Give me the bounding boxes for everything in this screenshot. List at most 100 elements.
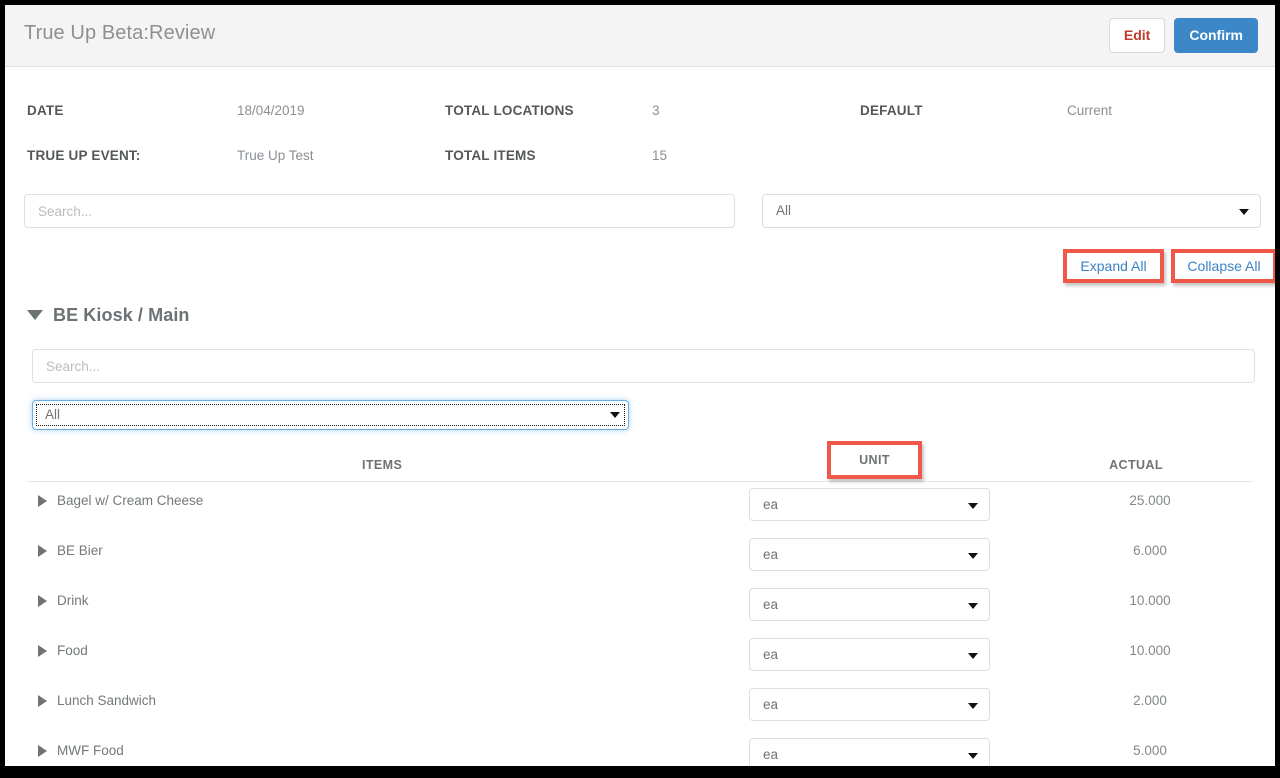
items-table: ITEMS UNIT ACTUAL Bagel w/ Cream Cheese e… — [5, 449, 1275, 766]
expand-all-highlight: Expand All — [1063, 249, 1164, 283]
row-item-cell: Drink — [38, 593, 89, 608]
unit-select-value: ea — [763, 639, 778, 670]
default-label: DEFAULT — [860, 103, 923, 118]
table-row: MWF Food ea 5.000 — [27, 732, 1253, 766]
collapse-all-highlight: Collapse All — [1171, 249, 1275, 283]
true-up-event-label: TRUE UP EVENT: — [27, 148, 141, 163]
row-item-cell: Bagel w/ Cream Cheese — [38, 493, 203, 508]
table-row: Lunch Sandwich ea 2.000 — [27, 682, 1253, 732]
default-value: Current — [1067, 103, 1112, 118]
location-name: BE Kiosk / Main — [53, 305, 190, 326]
row-item-cell: Lunch Sandwich — [38, 693, 156, 708]
page-root: True Up Beta:Review Edit Confirm DATE 18… — [5, 5, 1275, 766]
location-filter-select[interactable]: All — [32, 400, 629, 430]
page-header: True Up Beta:Review Edit Confirm — [5, 5, 1275, 67]
unit-select-value: ea — [763, 739, 778, 766]
unit-select-value: ea — [763, 489, 778, 520]
unit-select[interactable]: ea — [749, 638, 990, 671]
header-actions: Edit Confirm — [1109, 18, 1258, 53]
chevron-down-icon — [968, 753, 978, 759]
caret-right-icon[interactable] — [38, 695, 47, 707]
row-actual-value: 10.000 — [1065, 593, 1235, 608]
global-search-wrapper — [24, 194, 735, 228]
meta-row-2: TRUE UP EVENT: True Up Test TOTAL ITEMS … — [5, 148, 1275, 193]
table-row: Drink ea 10.000 — [27, 582, 1253, 632]
location-search-input[interactable] — [32, 349, 1255, 383]
row-actual-value: 25.000 — [1065, 493, 1235, 508]
screen-frame: True Up Beta:Review Edit Confirm DATE 18… — [0, 0, 1280, 778]
unit-select[interactable]: ea — [749, 538, 990, 571]
chevron-down-icon — [968, 503, 978, 509]
location-section-header[interactable]: BE Kiosk / Main — [5, 297, 1275, 333]
row-item-name: Food — [57, 643, 88, 658]
caret-right-icon[interactable] — [38, 495, 47, 507]
row-item-name: MWF Food — [57, 743, 124, 758]
global-filter-select[interactable]: All — [762, 194, 1261, 228]
confirm-button[interactable]: Confirm — [1174, 18, 1258, 53]
row-item-name: BE Bier — [57, 543, 103, 558]
edit-button[interactable]: Edit — [1109, 18, 1165, 53]
unit-select-value: ea — [763, 689, 778, 720]
unit-select[interactable]: ea — [749, 588, 990, 621]
unit-select[interactable]: ea — [749, 488, 990, 521]
row-unit-cell: ea — [749, 738, 990, 766]
chevron-down-icon — [968, 653, 978, 659]
column-header-unit: UNIT — [831, 445, 918, 475]
unit-column-highlight: UNIT — [827, 441, 922, 479]
caret-down-icon[interactable] — [27, 310, 43, 320]
row-actual-value: 5.000 — [1065, 743, 1235, 758]
row-unit-cell: ea — [749, 688, 990, 721]
global-filter-select-wrapper: All — [762, 194, 1261, 228]
expand-all-button[interactable]: Expand All — [1067, 253, 1160, 279]
location-filter-select-focus-ring — [36, 404, 625, 426]
caret-right-icon[interactable] — [38, 645, 47, 657]
row-unit-cell: ea — [749, 488, 990, 521]
row-unit-cell: ea — [749, 538, 990, 571]
row-item-name: Lunch Sandwich — [57, 693, 156, 708]
unit-select-value: ea — [763, 589, 778, 620]
meta-row-1: DATE 18/04/2019 TOTAL LOCATIONS 3 DEFAUL… — [5, 103, 1275, 148]
expand-collapse-bar: Expand All Collapse All — [5, 253, 1275, 293]
unit-select-value: ea — [763, 539, 778, 570]
table-row: Bagel w/ Cream Cheese ea 25.000 — [27, 482, 1253, 532]
row-item-cell: BE Bier — [38, 543, 103, 558]
row-item-cell: MWF Food — [38, 743, 124, 758]
chevron-down-icon — [610, 412, 620, 418]
collapse-all-button[interactable]: Collapse All — [1175, 253, 1273, 279]
caret-right-icon[interactable] — [38, 745, 47, 757]
row-actual-value: 6.000 — [1065, 543, 1235, 558]
row-actual-value: 2.000 — [1065, 693, 1235, 708]
row-item-name: Bagel w/ Cream Cheese — [57, 493, 203, 508]
row-unit-cell: ea — [749, 588, 990, 621]
table-row: Food ea 10.000 — [27, 632, 1253, 682]
total-items-value: 15 — [652, 148, 667, 163]
caret-right-icon[interactable] — [38, 595, 47, 607]
row-unit-cell: ea — [749, 638, 990, 671]
column-header-items: ITEMS — [362, 458, 402, 472]
chevron-down-icon — [968, 703, 978, 709]
row-item-cell: Food — [38, 643, 88, 658]
row-item-name: Drink — [57, 593, 89, 608]
location-filter-bar: All — [5, 349, 1275, 443]
chevron-down-icon — [968, 603, 978, 609]
global-search-input[interactable] — [24, 194, 735, 228]
top-filter-bar: All — [5, 194, 1275, 240]
chevron-down-icon — [968, 553, 978, 559]
items-table-header: ITEMS UNIT ACTUAL — [27, 449, 1253, 482]
total-locations-value: 3 — [652, 103, 660, 118]
true-up-event-value: True Up Test — [237, 148, 314, 163]
location-search-wrapper — [32, 349, 1255, 382]
row-actual-value: 10.000 — [1065, 643, 1235, 658]
items-table-body: Bagel w/ Cream Cheese ea 25.000 BE Bier ea 6.… — [27, 482, 1253, 766]
meta-summary: DATE 18/04/2019 TOTAL LOCATIONS 3 DEFAUL… — [5, 103, 1275, 189]
caret-right-icon[interactable] — [38, 545, 47, 557]
column-header-actual: ACTUAL — [1081, 458, 1191, 472]
total-locations-label: TOTAL LOCATIONS — [445, 103, 574, 118]
page-title: True Up Beta:Review — [24, 22, 215, 45]
table-row: BE Bier ea 6.000 — [27, 532, 1253, 582]
unit-select[interactable]: ea — [749, 688, 990, 721]
date-value: 18/04/2019 — [237, 103, 305, 118]
global-filter-select-value: All — [776, 195, 791, 227]
unit-select[interactable]: ea — [749, 738, 990, 766]
date-label: DATE — [27, 103, 64, 118]
